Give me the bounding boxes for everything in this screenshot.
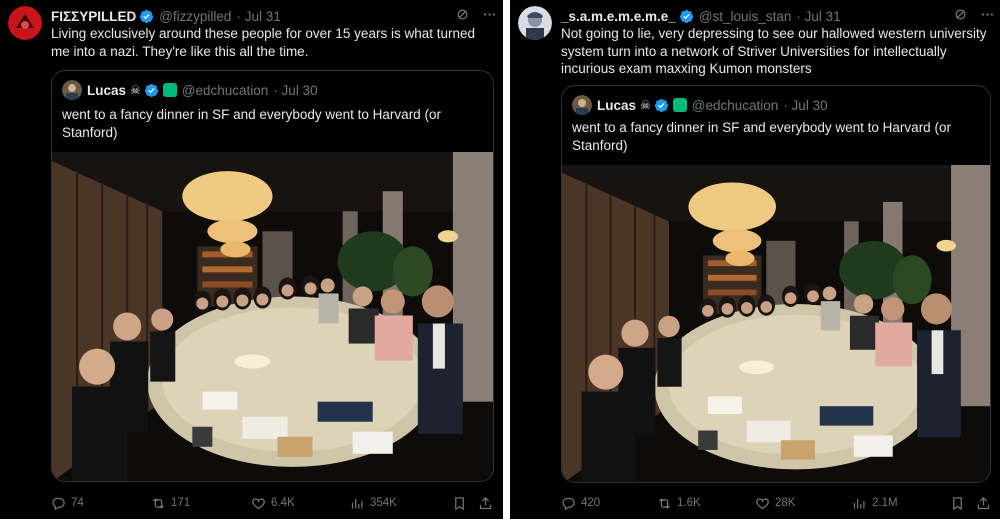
quoted-tweet[interactable]: Lucas ☠ @edchucation · Jul 30 went to a … xyxy=(561,85,991,483)
bookmark-icon xyxy=(950,496,965,511)
views-count: 2.1M xyxy=(872,497,898,509)
quote-photo[interactable] xyxy=(562,165,990,482)
quoted-tweet[interactable]: Lucas ☠ @edchucation · Jul 30 went to a … xyxy=(51,70,494,482)
quote-header: Lucas ☠ @edchucation · Jul 30 xyxy=(62,80,318,100)
share-icon xyxy=(976,496,991,511)
quote-text: went to a fancy dinner in SF and everybo… xyxy=(572,120,951,153)
bookmark-button[interactable] xyxy=(452,496,467,511)
tweet-date[interactable]: · Jul 31 xyxy=(796,9,840,24)
author-name[interactable]: FIΣΣYPILLED xyxy=(51,9,136,24)
repost-button[interactable]: 1.6K xyxy=(657,496,701,511)
tweet-card-1[interactable]: FIΣΣYPILLED @fizzypilled · Jul 31 Living… xyxy=(0,0,503,519)
header-actions xyxy=(953,7,995,22)
header-actions xyxy=(455,7,497,22)
repost-count: 1.6K xyxy=(677,497,701,509)
quote-author-name[interactable]: Lucas xyxy=(87,83,126,98)
quote-author-handle[interactable]: @edchucation xyxy=(692,98,779,113)
quote-date[interactable]: · Jul 30 xyxy=(273,83,317,98)
share-icon xyxy=(478,496,493,511)
quote-photo[interactable] xyxy=(52,152,493,481)
skull-badge-icon: ☠ xyxy=(130,83,141,97)
views-button[interactable]: 354K xyxy=(350,496,397,511)
tweet-header: FIΣΣYPILLED @fizzypilled · Jul 31 xyxy=(51,7,281,25)
verified-badge-icon xyxy=(679,9,694,24)
repost-icon xyxy=(151,496,166,511)
affiliate-badge-icon xyxy=(672,98,687,112)
verified-badge-icon xyxy=(144,83,159,98)
action-bar: 420 1.6K 28K 2.1M xyxy=(510,494,1000,512)
like-count: 28K xyxy=(775,497,796,509)
author-handle[interactable]: @fizzypilled xyxy=(159,9,231,24)
more-icon[interactable] xyxy=(482,7,497,22)
like-button[interactable]: 28K xyxy=(755,496,795,511)
reply-icon xyxy=(51,496,66,511)
quote-avatar[interactable] xyxy=(62,80,82,100)
reply-count: 420 xyxy=(581,497,601,509)
reply-button[interactable]: 74 xyxy=(51,496,84,511)
quote-author-handle[interactable]: @edchucation xyxy=(182,83,269,98)
tweet-date[interactable]: · Jul 31 xyxy=(236,9,280,24)
action-bar: 74 171 6.4K 354K xyxy=(0,494,503,512)
quote-avatar[interactable] xyxy=(572,95,592,115)
views-icon xyxy=(852,496,867,511)
bookmark-button[interactable] xyxy=(950,496,965,511)
share-button[interactable] xyxy=(976,496,991,511)
avatar[interactable] xyxy=(8,6,42,40)
author-handle[interactable]: @st_louis_stan xyxy=(699,9,792,24)
skull-badge-icon: ☠ xyxy=(640,98,651,112)
like-button[interactable]: 6.4K xyxy=(251,496,295,511)
repost-icon xyxy=(657,496,672,511)
like-count: 6.4K xyxy=(271,497,295,509)
tweet-card-2[interactable]: _s.a.m.e.m.e.m.e_ @st_louis_stan · Jul 3… xyxy=(510,0,1000,519)
repost-button[interactable]: 171 xyxy=(151,496,190,511)
views-count: 354K xyxy=(370,497,397,509)
tweet-header: _s.a.m.e.m.e.m.e_ @st_louis_stan · Jul 3… xyxy=(561,7,841,25)
tweet-text: Not going to lie, very depressing to see… xyxy=(561,26,987,76)
bookmark-icon xyxy=(452,496,467,511)
quote-text: went to a fancy dinner in SF and everybo… xyxy=(62,107,441,140)
author-name[interactable]: _s.a.m.e.m.e.m.e_ xyxy=(561,9,676,24)
quote-author-name[interactable]: Lucas xyxy=(597,98,636,113)
verified-badge-icon xyxy=(139,9,154,24)
tweet-text: Living exclusively around these people f… xyxy=(51,26,475,59)
quote-date[interactable]: · Jul 30 xyxy=(783,98,827,113)
reply-button[interactable]: 420 xyxy=(561,496,600,511)
like-icon xyxy=(251,496,266,511)
share-button[interactable] xyxy=(478,496,493,511)
affiliate-badge-icon xyxy=(162,83,177,97)
grok-icon[interactable] xyxy=(455,7,470,22)
reply-icon xyxy=(561,496,576,511)
like-icon xyxy=(755,496,770,511)
grok-icon[interactable] xyxy=(953,7,968,22)
quote-header: Lucas ☠ @edchucation · Jul 30 xyxy=(572,95,828,115)
views-icon xyxy=(350,496,365,511)
reply-count: 74 xyxy=(71,497,84,509)
verified-badge-icon xyxy=(654,98,669,113)
avatar[interactable] xyxy=(518,6,552,40)
repost-count: 171 xyxy=(171,497,191,509)
views-button[interactable]: 2.1M xyxy=(852,496,898,511)
more-icon[interactable] xyxy=(980,7,995,22)
panel-divider xyxy=(503,0,510,519)
